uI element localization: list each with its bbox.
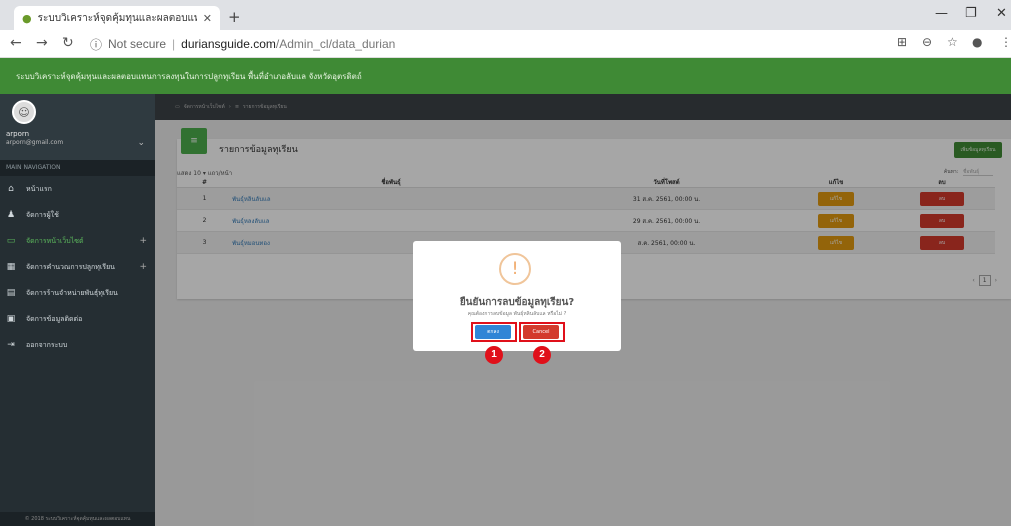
forward-icon[interactable]: → [36,35,48,51]
logout-icon: ⇥ [7,340,15,350]
info-icon[interactable]: ⓘ [90,36,102,53]
sidebar-item-logout[interactable]: ⇥ ออกจากระบบ [0,332,155,358]
sidebar-item-label: จัดการคำนวณการปลูกทุเรียน [26,262,115,271]
app-header: ระบบวิเคราะห์จุดคุ้มทุนและผลตอบแทนการลงท… [0,58,1011,94]
dialog-message: คุณต้องการลบข้อมูล พันธุ์หลินลับแล หรือไ… [467,311,567,317]
chart-icon: ▦ [6,262,16,272]
url-field[interactable]: ⓘ Not secure | duriansguide.com /Admin_c… [90,34,850,54]
sidebar-item-label: จัดการร้านจำหน่ายพันธุ์ทุเรียน [26,288,118,297]
url-domain: duriansguide.com [181,37,276,51]
sidebar-item-label: หน้าแรก [26,184,52,193]
chevron-down-icon[interactable]: ⌄ [137,138,145,148]
profile-icon[interactable]: ● [972,35,982,49]
user-icon: ♟ [6,210,16,220]
contact-icon: ▣ [6,314,16,324]
sidebar-item-label: จัดการข้อมูลติดต่อ [26,314,83,323]
back-icon[interactable]: ← [10,35,22,51]
browser-tab-title: ระบบวิเคราะห์จุดคุ้มทุนและผลตอบแทน [37,12,197,24]
translate-icon[interactable]: ⊞ [897,35,907,49]
sidebar-item-users[interactable]: ♟ จัดการผู้ใช้ [0,202,155,228]
restore-icon[interactable]: ❐ [965,6,977,21]
nav-header: MAIN NAVIGATION [0,160,155,176]
user-email: arporn@gmail.com [6,139,64,146]
sidebar-item-label: ออกจากระบบ [26,340,68,349]
dialog-title: ยืนยันการลบข้อมูลทุเรียน? [459,297,575,308]
window-icon: ▭ [6,236,16,246]
app-title: ระบบวิเคราะห์จุดคุ้มทุนและผลตอบแทนการลงท… [16,71,362,81]
store-icon: ▤ [6,288,16,298]
sidebar-item-calculation[interactable]: ▦ จัดการคำนวณการปลูกทุเรียน + [0,254,155,280]
menu-icon[interactable]: ⋮ [1000,35,1011,49]
durian-favicon-icon: ● [22,11,32,25]
home-icon: ⌂ [8,184,14,194]
zoom-icon[interactable]: ⊖ [922,35,932,49]
close-tab-icon[interactable]: ✕ [203,12,212,25]
cancel-highlight-box [519,322,565,342]
sidebar-item-home[interactable]: ⌂ หน้าแรก [0,176,155,202]
sidebar-item-label: จัดการหน้าเว็บไซต์ [26,236,84,245]
minimize-icon[interactable]: — [935,6,948,21]
expand-plus-icon[interactable]: + [139,236,147,246]
url-separator: | [172,37,176,51]
sidebar-footer: © 2018 ระบบวิเคราะห์จุดคุ้มทุนและผลตอบแท… [0,512,155,526]
close-window-icon[interactable]: ✕ [996,6,1007,21]
user-panel: ☺ arporn arporn@gmail.com ⌄ [0,94,155,160]
annotation-badge-1: 1 [485,346,503,364]
avatar: ☺ [12,100,36,124]
sidebar-item-contact[interactable]: ▣ จัดการข้อมูลติดต่อ [0,306,155,332]
sidebar-item-website[interactable]: ▭ จัดการหน้าเว็บไซต์ + [0,228,155,254]
annotation-badge-2: 2 [533,346,551,364]
warning-icon: ! [499,253,531,285]
reload-icon[interactable]: ↻ [62,35,74,51]
bookmark-star-icon[interactable]: ☆ [947,35,958,49]
sidebar: ☺ arporn arporn@gmail.com ⌄ MAIN NAVIGAT… [0,94,155,526]
expand-plus-icon[interactable]: + [139,262,147,272]
new-tab-icon[interactable]: + [228,8,241,26]
url-path: /Admin_cl/data_durian [275,37,396,51]
security-label: Not secure [108,37,167,51]
confirm-delete-dialog: ! ยืนยันการลบข้อมูลทุเรียน? คุณต้องการลบ… [413,241,621,351]
sidebar-item-shops[interactable]: ▤ จัดการร้านจำหน่ายพันธุ์ทุเรียน [0,280,155,306]
user-name: arporn [6,130,30,138]
sidebar-item-label: จัดการผู้ใช้ [26,210,59,219]
browser-tab[interactable]: ● ระบบวิเคราะห์จุดคุ้มทุนและผลตอบแทน ✕ [14,6,220,30]
browser-tab-bar: ● ระบบวิเคราะห์จุดคุ้มทุนและผลตอบแทน ✕ +… [0,0,1011,30]
confirm-highlight-box [471,322,517,342]
address-bar: ← → ↻ ⓘ Not secure | duriansguide.com /A… [0,30,1011,58]
